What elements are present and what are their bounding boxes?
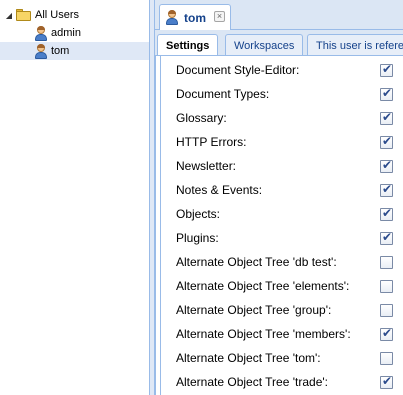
permission-checkbox[interactable]: [380, 110, 393, 125]
permission-label: Plugins:: [176, 231, 219, 245]
user-icon: [165, 10, 179, 25]
permission-label: Alternate Object Tree 'trade':: [176, 375, 328, 389]
permission-row: HTTP Errors:: [156, 130, 403, 154]
permission-checkbox[interactable]: [380, 206, 393, 221]
permission-checkbox[interactable]: [380, 182, 393, 197]
permission-checkbox[interactable]: [380, 351, 393, 365]
folder-icon: [16, 9, 32, 21]
permission-row: Alternate Object Tree 'elements':: [156, 274, 403, 298]
settings-content: Document Style-Editor: Document Types: Glo…: [155, 56, 403, 395]
permission-checkbox[interactable]: [380, 303, 393, 317]
tab-user-references[interactable]: This user is referenced: [307, 34, 403, 55]
permission-row: Newsletter:: [156, 154, 403, 178]
permission-checkbox[interactable]: [380, 134, 393, 149]
permission-row: Document Types:: [156, 82, 403, 106]
permission-row: Notes & Events:: [156, 178, 403, 202]
permission-label: Document Style-Editor:: [176, 63, 300, 77]
tab-workspaces[interactable]: Workspaces: [225, 34, 304, 55]
permission-label: Newsletter:: [176, 159, 237, 173]
close-icon[interactable]: ×: [214, 11, 225, 22]
tree-node-label: tom: [51, 45, 70, 57]
tree-node-label: admin: [51, 27, 81, 39]
tab-settings[interactable]: Settings: [157, 34, 219, 55]
permission-label: Notes & Events:: [176, 183, 263, 197]
permission-checkbox[interactable]: [380, 62, 393, 77]
collapse-arrow-icon[interactable]: ◢: [4, 10, 14, 20]
permission-row: Alternate Object Tree 'members':: [156, 322, 403, 346]
tree-node-user-tom[interactable]: tom: [0, 42, 149, 60]
subtab-bar: Settings Workspaces This user is referen…: [155, 30, 403, 56]
permission-row: Objects:: [156, 202, 403, 226]
permission-label: Objects:: [176, 207, 221, 221]
permission-row: Alternate Object Tree 'tom':: [156, 346, 403, 370]
permission-row: Glossary:: [156, 106, 403, 130]
permission-label: Alternate Object Tree 'group':: [176, 303, 332, 317]
user-tree-panel: ◢ All Users admin tom: [0, 0, 149, 395]
user-icon: [34, 43, 48, 59]
permission-row: Plugins:: [156, 226, 403, 250]
document-tab-bar: tom ×: [155, 0, 403, 30]
permission-checkbox[interactable]: [380, 230, 393, 245]
permission-label: Document Types:: [176, 87, 270, 101]
permission-checkbox[interactable]: [380, 326, 393, 341]
permission-label: Alternate Object Tree 'members':: [176, 327, 351, 341]
permission-label: Glossary:: [176, 111, 227, 125]
tree-node-label: All Users: [35, 9, 80, 21]
permission-label: Alternate Object Tree 'tom':: [176, 351, 321, 365]
permission-row: Alternate Object Tree 'db test':: [156, 250, 403, 274]
permission-checkbox[interactable]: [380, 255, 393, 269]
permission-label: HTTP Errors:: [176, 135, 247, 149]
document-tab-label: tom: [184, 10, 206, 25]
permission-checkbox[interactable]: [380, 86, 393, 101]
tree-node-user-admin[interactable]: admin: [34, 24, 149, 42]
user-editor-panel: tom × Settings Workspaces This user is r…: [155, 0, 403, 395]
permission-row: Alternate Object Tree 'trade':: [156, 370, 403, 394]
permission-label: Alternate Object Tree 'elements':: [176, 279, 350, 293]
permission-checkbox[interactable]: [380, 374, 393, 389]
permission-checkbox[interactable]: [380, 158, 393, 173]
permission-checkbox[interactable]: [380, 279, 393, 293]
user-icon: [34, 25, 48, 41]
permission-label: Alternate Object Tree 'db test':: [176, 255, 337, 269]
document-tab-tom[interactable]: tom ×: [159, 4, 231, 30]
tree-node-all-users[interactable]: ◢ All Users: [4, 6, 79, 24]
permission-row: Document Style-Editor:: [156, 58, 403, 82]
permission-row: Alternate Object Tree 'group':: [156, 298, 403, 322]
